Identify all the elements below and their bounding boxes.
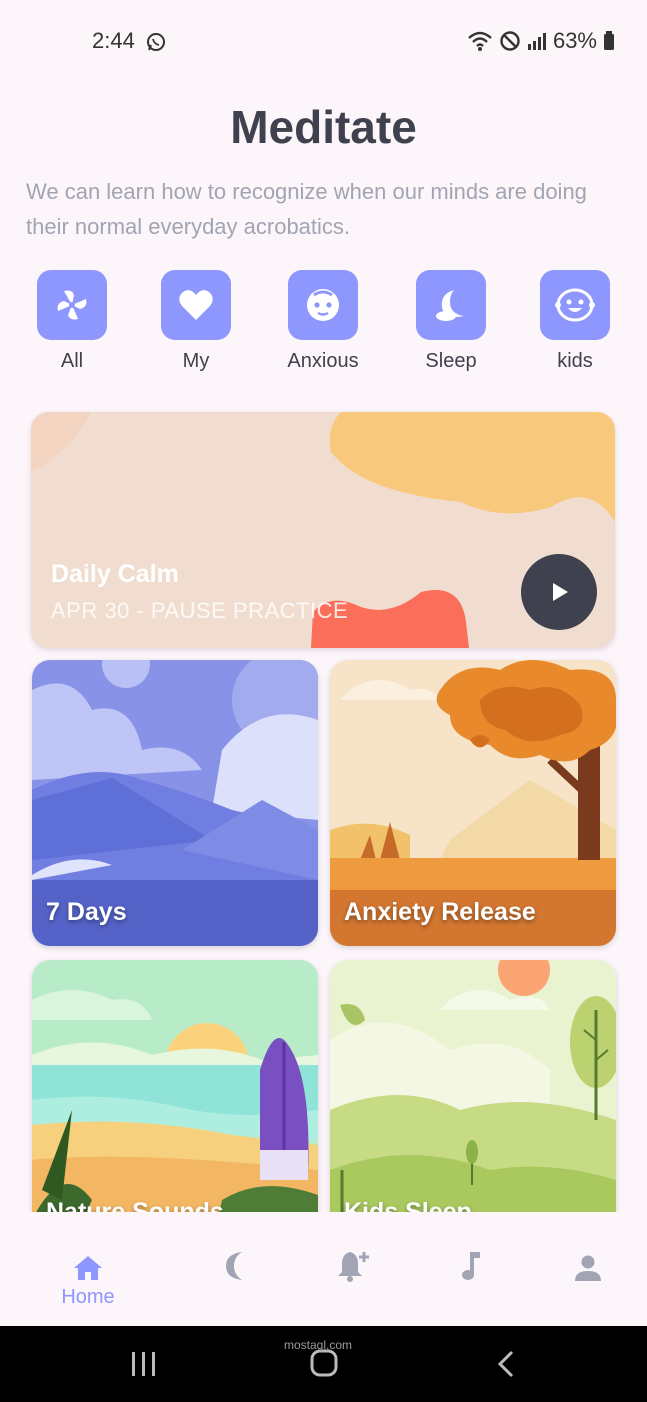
page-subtitle: We can learn how to recognize when our m… (26, 179, 587, 239)
bottom-nav: Home (0, 1212, 647, 1326)
tile-label: 7 Days (46, 898, 127, 926)
status-bar: 2:44 63% (0, 0, 647, 80)
tile-anxiety-release[interactable]: Anxiety Release (330, 660, 616, 946)
tile-label: Anxiety Release (344, 898, 536, 926)
bell-plus-icon (338, 1252, 369, 1282)
recent-apps-icon[interactable] (130, 1350, 158, 1378)
nav-music[interactable] (420, 1248, 520, 1282)
person-icon (575, 1255, 601, 1281)
daily-title: Daily Calm (51, 560, 179, 588)
category-all[interactable]: All (17, 270, 127, 373)
battery-icon (604, 31, 614, 50)
category-kids[interactable]: kids (520, 270, 630, 373)
tile-nature-sounds[interactable]: Nature Sounds (32, 960, 318, 1246)
category-kids-button[interactable] (540, 270, 610, 340)
moon-icon (226, 1252, 242, 1280)
home-button-icon[interactable] (309, 1348, 339, 1378)
category-my[interactable]: My (141, 270, 251, 373)
smile-icon (555, 288, 595, 322)
play-button[interactable] (521, 554, 597, 630)
category-sleep[interactable]: Sleep (396, 270, 506, 373)
category-label: kids (557, 350, 593, 372)
do-not-disturb-icon (500, 31, 520, 51)
face-icon (307, 289, 339, 321)
watermark: mostaql.com (284, 1338, 353, 1352)
tile-kids-sleep[interactable]: Kids Sleep (330, 960, 616, 1246)
whatsapp-icon (147, 33, 165, 51)
category-label: All (60, 350, 84, 372)
nav-home-label: Home (61, 1286, 115, 1308)
wifi-icon (468, 31, 492, 51)
moon-icon (436, 290, 464, 321)
play-icon (553, 583, 568, 601)
category-all-button[interactable] (37, 270, 107, 340)
category-anxious-button[interactable] (288, 270, 358, 340)
category-label: Sleep (425, 350, 477, 372)
nav-profile[interactable] (538, 1248, 638, 1282)
category-row: All My Anxious Sleep kids (0, 270, 647, 380)
page-title: Meditate (230, 101, 417, 153)
category-my-button[interactable] (161, 270, 231, 340)
daily-calm-card[interactable]: Daily Calm APR 30 - PAUSE PRACTICE (31, 412, 615, 648)
system-nav-bar: mostaql.com (0, 1326, 647, 1402)
home-icon (74, 1256, 102, 1280)
status-time: 2:44 (92, 28, 135, 53)
tile-7-days[interactable]: 7 Days (32, 660, 318, 946)
battery-percent: 63% (552, 28, 597, 53)
all-icon (57, 290, 87, 320)
heart-icon (179, 290, 213, 320)
back-icon[interactable] (494, 1350, 518, 1378)
nav-home[interactable]: Home (38, 1248, 138, 1309)
nav-sleep[interactable] (186, 1248, 286, 1282)
daily-subtitle: APR 30 - PAUSE PRACTICE (51, 598, 349, 623)
category-anxious[interactable]: Anxious (268, 270, 378, 373)
music-note-icon (462, 1252, 480, 1280)
nav-reminder[interactable] (304, 1248, 404, 1282)
signal-icon (527, 33, 546, 50)
category-label: My (182, 350, 210, 372)
category-sleep-button[interactable] (416, 270, 486, 340)
status-icons: 63% (467, 28, 615, 54)
category-label: Anxious (287, 350, 359, 372)
